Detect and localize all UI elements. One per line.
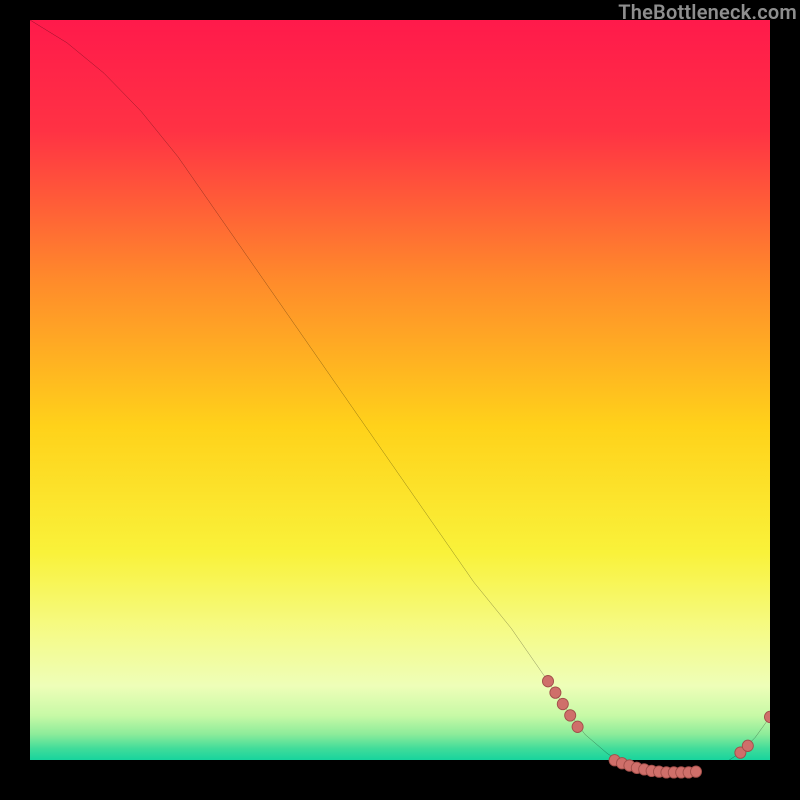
marker-point [742, 740, 753, 751]
chart-overlay [30, 20, 770, 780]
marker-point [764, 711, 770, 722]
watermark-text: TheBottleneck.com [618, 0, 797, 24]
bottleneck-curve [30, 20, 770, 772]
marker-point [542, 676, 553, 687]
plot-area [30, 20, 770, 780]
marker-point [565, 710, 576, 721]
marker-point [557, 698, 568, 709]
chart-stage: TheBottleneck.com [0, 0, 800, 800]
curve-markers [542, 676, 770, 779]
marker-point [690, 766, 701, 777]
marker-point [550, 687, 561, 698]
marker-point [572, 721, 583, 732]
